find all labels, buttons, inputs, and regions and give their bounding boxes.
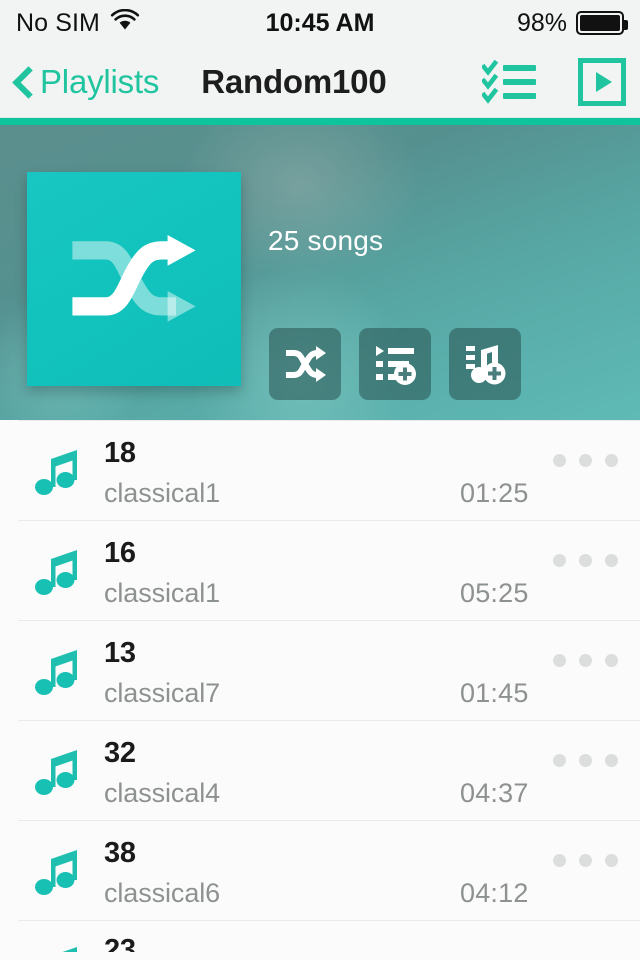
song-title: 16	[104, 537, 136, 569]
more-horizontal-icon[interactable]	[553, 854, 618, 867]
chevron-left-icon	[10, 64, 36, 100]
song-title: 13	[104, 637, 136, 669]
page-title: Random100	[201, 62, 387, 100]
playlist-header: 25 songs	[0, 118, 640, 420]
song-artist: classical7	[104, 678, 221, 708]
table-row[interactable]: 16 classical1 05:25	[0, 520, 640, 620]
back-button-label: Playlists	[40, 62, 160, 100]
playlist-artwork[interactable]	[27, 172, 241, 386]
music-note-icon	[32, 747, 84, 799]
carrier-label: No SIM	[16, 8, 100, 37]
more-horizontal-icon[interactable]	[553, 654, 618, 667]
song-duration: 05:25	[460, 578, 529, 608]
song-duration: 04:37	[460, 778, 529, 808]
navigation-bar: Playlists Random100	[0, 46, 640, 118]
shuffle-play-button[interactable]	[269, 328, 341, 400]
music-note-icon	[32, 944, 84, 952]
wifi-icon	[110, 8, 140, 38]
music-note-icon	[32, 547, 84, 599]
song-duration: 04:12	[460, 878, 529, 908]
nav-actions	[480, 57, 626, 106]
back-button[interactable]: Playlists	[10, 63, 159, 101]
music-note-icon	[32, 447, 84, 499]
more-horizontal-icon[interactable]	[553, 754, 618, 767]
checklist-icon[interactable]	[480, 59, 538, 104]
song-artist: classical1	[104, 478, 221, 508]
add-to-queue-button[interactable]	[359, 328, 431, 400]
table-row[interactable]: 23	[0, 920, 640, 952]
header-accent-line	[0, 118, 640, 125]
song-artist: classical6	[104, 878, 221, 908]
song-title: 23	[104, 934, 136, 952]
playlist-action-buttons	[269, 328, 521, 400]
table-row[interactable]: 38 classical6 04:12	[0, 820, 640, 920]
add-songs-button[interactable]	[449, 328, 521, 400]
table-row[interactable]: 18 classical1 01:25	[0, 420, 640, 520]
battery-percent-label: 98%	[516, 8, 567, 37]
song-artist: classical1	[104, 578, 221, 608]
shuffle-icon	[64, 207, 204, 352]
more-horizontal-icon[interactable]	[553, 454, 618, 467]
song-title: 32	[104, 737, 136, 769]
music-note-icon	[32, 847, 84, 899]
song-title: 38	[104, 837, 136, 869]
battery-full-icon	[576, 11, 628, 35]
status-bar-right: 98%	[516, 8, 628, 38]
song-list: 18 classical1 01:25 16 classical1 05:25	[0, 420, 640, 952]
song-duration: 01:45	[460, 678, 529, 708]
table-row[interactable]: 13 classical7 01:45	[0, 620, 640, 720]
music-note-icon	[32, 647, 84, 699]
song-title: 18	[104, 437, 136, 469]
more-horizontal-icon[interactable]	[553, 554, 618, 567]
status-bar-left: No SIM	[16, 8, 140, 38]
song-duration: 01:25	[460, 478, 529, 508]
play-box-icon[interactable]	[578, 57, 626, 106]
table-row[interactable]: 32 classical4 04:37	[0, 720, 640, 820]
songs-count-label: 25 songs	[268, 225, 384, 256]
status-bar: No SIM 10:45 AM 98%	[0, 0, 640, 46]
song-artist: classical4	[104, 778, 221, 808]
